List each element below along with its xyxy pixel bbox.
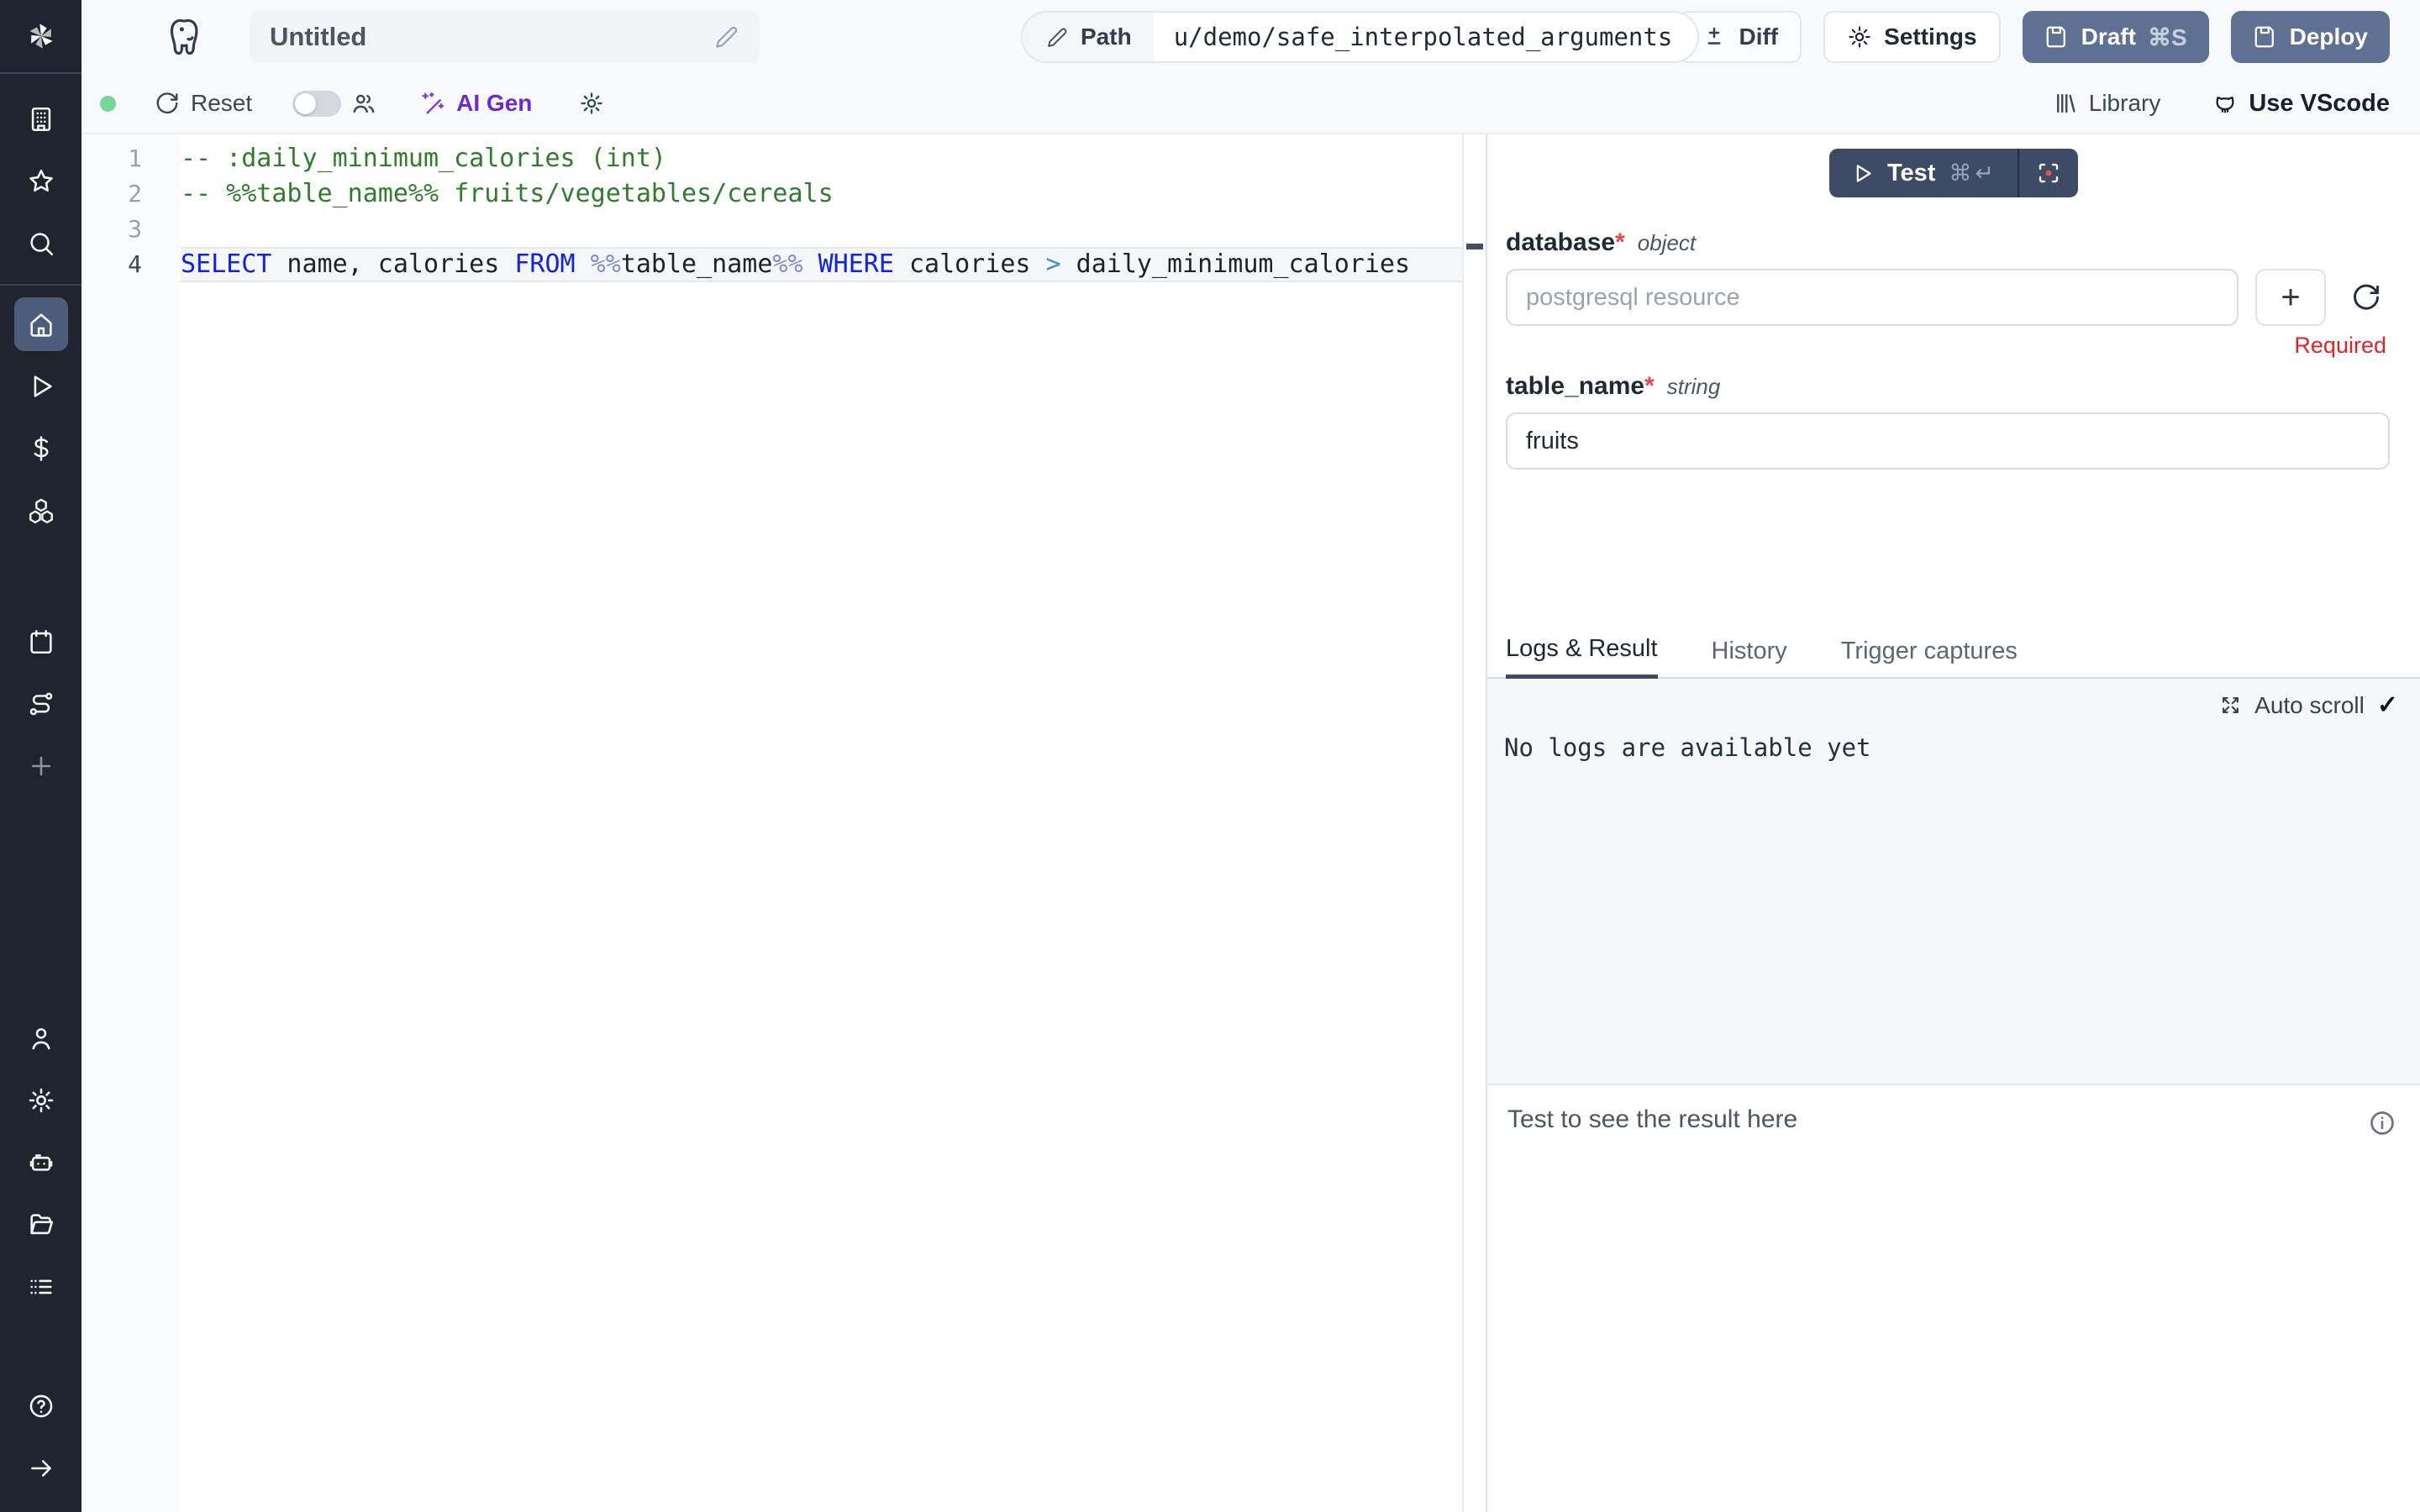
ai-gen-button[interactable]: AI Gen: [420, 90, 532, 117]
code-line-2: -- %%table_name%% fruits/vegetables/cere…: [181, 176, 1462, 212]
account-user-icon[interactable]: [14, 1011, 68, 1065]
line-number: 1: [82, 141, 181, 176]
draft-shortcut: ⌘S: [2148, 24, 2187, 51]
draft-button[interactable]: Draft ⌘S: [2023, 11, 2209, 63]
path-label: Path: [1081, 24, 1132, 50]
capture-icon: [2036, 160, 2061, 186]
required-asterisk: *: [1615, 228, 1625, 256]
search-icon[interactable]: [14, 217, 68, 270]
expand-logs-icon[interactable]: [2219, 694, 2242, 717]
refresh-icon: [2351, 282, 2381, 312]
reset-button[interactable]: Reset: [155, 90, 252, 117]
magic-wand-icon: [420, 91, 445, 116]
script-title-field[interactable]: Untitled: [250, 11, 760, 63]
add-resource-button[interactable]: +: [2255, 269, 2326, 326]
refresh-resources-button[interactable]: [2343, 274, 2390, 321]
deploy-button[interactable]: Deploy: [2231, 11, 2390, 63]
overview-ruler[interactable]: [1462, 134, 1486, 1512]
vscode-cat-icon: [2212, 91, 2238, 116]
field-type-database: object: [1638, 230, 1696, 256]
code-area[interactable]: -- :daily_minimum_calories (int) -- %%ta…: [181, 134, 1462, 1512]
result-placeholder-message: Test to see the result here: [1507, 1105, 1797, 1134]
line-number: 3: [82, 212, 181, 247]
library-button[interactable]: Library: [2053, 90, 2161, 117]
logs-panel: Auto scroll ✓ No logs are available yet: [1487, 679, 2420, 1085]
workspace-icon[interactable]: [14, 92, 68, 146]
result-panel: Test to see the result here: [1487, 1085, 2420, 1512]
field-type-table-name: string: [1667, 374, 1721, 400]
settings-gear-icon[interactable]: [14, 1074, 68, 1127]
sidebar-item-runs[interactable]: [14, 360, 68, 413]
topbar: Untitled Path u/demo/safe_interpolated_a…: [82, 0, 2420, 74]
tab-trigger-captures[interactable]: Trigger captures: [1841, 638, 2018, 677]
favorites-star-icon[interactable]: [14, 155, 68, 208]
auto-scroll-label[interactable]: Auto scroll: [2254, 692, 2365, 719]
sidebar-item-schedules[interactable]: [14, 615, 68, 669]
app-window: Untitled Path u/demo/safe_interpolated_a…: [0, 0, 2420, 1512]
overview-ruler-mark: [1466, 244, 1483, 249]
line-number-gutter: 1 2 3 4: [82, 134, 181, 1512]
test-panel: Test ⌘↵ database* object: [1486, 134, 2420, 1512]
code-line-3: [181, 212, 1462, 247]
postgresql-icon: [166, 14, 208, 60]
save-icon: [2044, 24, 2070, 50]
collab-toggle[interactable]: [292, 91, 341, 117]
expand-sidebar-arrow-icon[interactable]: [14, 1441, 68, 1495]
save-icon: [2253, 24, 2278, 50]
audit-logs-list-icon[interactable]: [14, 1260, 68, 1314]
sidebar-divider: [0, 284, 82, 286]
settings-button[interactable]: Settings: [1823, 11, 2000, 63]
play-icon: [1851, 162, 1874, 185]
script-title: Untitled: [270, 22, 366, 52]
test-shortcut: ⌘↵: [1949, 160, 1997, 186]
sidebar: [0, 0, 82, 1512]
code-line-4-current: SELECT name, calories FROM %%table_name%…: [181, 247, 1462, 282]
table-name-input[interactable]: [1506, 412, 2390, 470]
tab-history[interactable]: History: [1712, 638, 1787, 677]
use-vscode-button[interactable]: Use VScode: [2212, 90, 2390, 118]
path-edit-button[interactable]: Path: [1023, 13, 1154, 61]
field-name-database: database*: [1506, 228, 1625, 257]
editor-toolbar: Reset AI Gen Library Use VScode: [82, 74, 2420, 134]
info-icon[interactable]: [2368, 1109, 2396, 1137]
status-dot: [100, 96, 116, 112]
field-name-table-name: table_name*: [1506, 372, 1655, 401]
auto-scroll-checkmark[interactable]: ✓: [2377, 690, 2398, 720]
logs-empty-message: No logs are available yet: [1487, 720, 2420, 762]
path-widget[interactable]: Path u/demo/safe_interpolated_arguments: [1021, 11, 1699, 63]
sidebar-item-flows[interactable]: [14, 677, 68, 731]
required-message: Required: [1506, 333, 2390, 359]
refresh-icon: [155, 91, 180, 116]
edit-path-pencil-icon: [1046, 26, 1069, 49]
result-tabs: Logs & Result History Trigger captures: [1487, 634, 2420, 679]
capture-button[interactable]: [2019, 149, 2078, 197]
sidebar-item-variables[interactable]: [14, 422, 68, 475]
test-button-group: Test ⌘↵: [1829, 149, 2078, 197]
workers-bot-icon[interactable]: [14, 1136, 68, 1189]
sidebar-item-home[interactable]: [14, 297, 68, 351]
collaborators-users-icon[interactable]: [351, 91, 376, 116]
code-editor[interactable]: 1 2 3 4 -- :daily_minimum_calories (int)…: [82, 134, 1486, 1512]
arguments-form: database* object + Required tab: [1487, 228, 2420, 470]
database-input[interactable]: [1506, 269, 2238, 326]
folders-icon[interactable]: [14, 1198, 68, 1252]
edit-title-pencil-icon[interactable]: [714, 24, 739, 50]
code-line-1: -- :daily_minimum_calories (int): [181, 141, 1462, 176]
editor-settings-gear-icon[interactable]: [579, 91, 604, 116]
sidebar-item-resources[interactable]: [14, 484, 68, 538]
line-number: 2: [82, 176, 181, 212]
required-asterisk: *: [1644, 372, 1655, 400]
diff-icon: [1702, 24, 1727, 50]
windmill-logo-icon[interactable]: [0, 0, 82, 74]
create-plus-icon[interactable]: [14, 739, 68, 793]
test-button[interactable]: Test ⌘↵: [1829, 149, 2018, 197]
library-icon: [2053, 91, 2078, 116]
line-number-current: 4: [82, 247, 181, 282]
path-value: u/demo/safe_interpolated_arguments: [1154, 23, 1698, 51]
settings-gear-icon: [1847, 24, 1872, 50]
help-icon[interactable]: [14, 1379, 68, 1433]
tab-logs-and-result[interactable]: Logs & Result: [1506, 635, 1658, 679]
